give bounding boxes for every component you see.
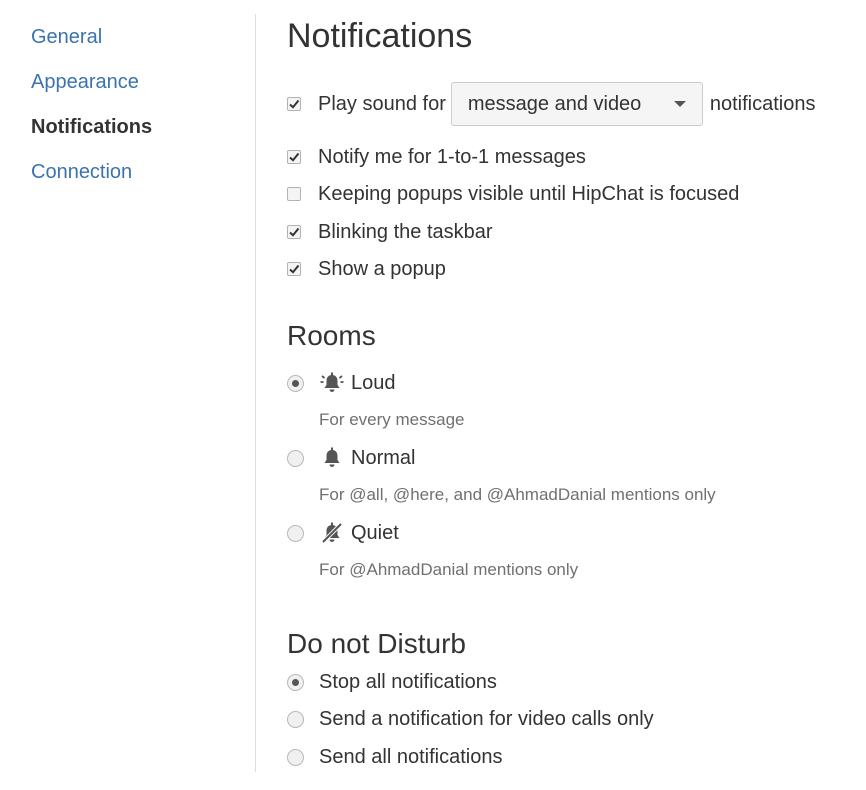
keep-popups-label: Keeping popups visible until HipChat is …: [318, 182, 740, 205]
send-all-label: Send all notifications: [319, 745, 503, 768]
normal-description: For @all, @here, and @AhmadDanial mentio…: [319, 485, 716, 504]
option-show-popup: Show a popup: [287, 256, 446, 282]
video-only-label: Send a notification for video calls only: [319, 707, 654, 730]
dnd-option-video-only: Send a notification for video calls only: [287, 706, 654, 732]
notify-one-to-one-label: Notify me for 1-to-1 messages: [318, 145, 586, 168]
bell-ringing-icon: [320, 372, 344, 392]
stop-all-label: Stop all notifications: [319, 670, 497, 693]
keep-popups-checkbox[interactable]: [287, 187, 301, 201]
sidebar-item-general[interactable]: General: [31, 25, 102, 49]
option-blink-taskbar: Blinking the taskbar: [287, 219, 493, 245]
bell-icon: [324, 447, 340, 467]
loud-radio[interactable]: [287, 374, 304, 392]
checkmark-icon: [289, 99, 300, 109]
video-only-radio[interactable]: [287, 710, 304, 728]
loud-description: For every message: [319, 410, 465, 429]
play-sound-row: Play sound for message and video notific…: [287, 82, 816, 126]
rooms-heading: Rooms: [287, 320, 376, 351]
option-keep-popups: Keeping popups visible until HipChat is …: [287, 181, 739, 207]
room-option-quiet: Quiet: [287, 520, 399, 546]
quiet-radio[interactable]: [287, 524, 304, 542]
chevron-down-icon: [673, 101, 686, 107]
room-option-normal: Normal: [287, 445, 415, 471]
normal-label: Normal: [351, 446, 416, 469]
checkmark-icon: [289, 227, 300, 237]
settings-sidebar: General Appearance Notifications Connect…: [0, 0, 256, 790]
dnd-option-stop-all: Stop all notifications: [287, 669, 497, 695]
room-option-loud: Loud: [287, 370, 396, 396]
play-sound-suffix: notifications: [709, 92, 816, 115]
notifications-panel: Notifications Play sound for message and…: [287, 0, 862, 790]
blink-taskbar-checkbox[interactable]: [287, 225, 301, 239]
dnd-heading: Do not Disturb: [287, 628, 466, 659]
stop-all-radio[interactable]: [287, 673, 304, 691]
notify-one-to-one-checkbox[interactable]: [287, 150, 301, 164]
sidebar-item-connection[interactable]: Connection: [31, 160, 132, 184]
sound-type-value: message and video: [467, 92, 642, 115]
option-notify-one-to-one: Notify me for 1-to-1 messages: [287, 144, 586, 170]
checkmark-icon: [289, 152, 300, 162]
dnd-option-send-all: Send all notifications: [287, 744, 502, 770]
normal-radio[interactable]: [287, 449, 304, 467]
sidebar-item-appearance[interactable]: Appearance: [31, 70, 139, 94]
checkmark-icon: [289, 264, 300, 274]
play-sound-checkbox[interactable]: [287, 97, 301, 111]
page-title: Notifications: [287, 17, 473, 55]
quiet-label: Quiet: [351, 521, 399, 544]
bell-muted-icon: [321, 522, 343, 544]
blink-taskbar-label: Blinking the taskbar: [318, 220, 493, 243]
quiet-description: For @AhmadDanial mentions only: [319, 560, 579, 579]
loud-label: Loud: [351, 371, 396, 394]
send-all-radio[interactable]: [287, 748, 304, 766]
play-sound-label: Play sound for: [318, 92, 446, 115]
show-popup-checkbox[interactable]: [287, 262, 301, 276]
sidebar-item-notifications[interactable]: Notifications: [31, 115, 152, 139]
sidebar-divider: [255, 14, 256, 772]
sound-type-dropdown[interactable]: message and video: [450, 82, 703, 126]
show-popup-label: Show a popup: [318, 257, 446, 280]
